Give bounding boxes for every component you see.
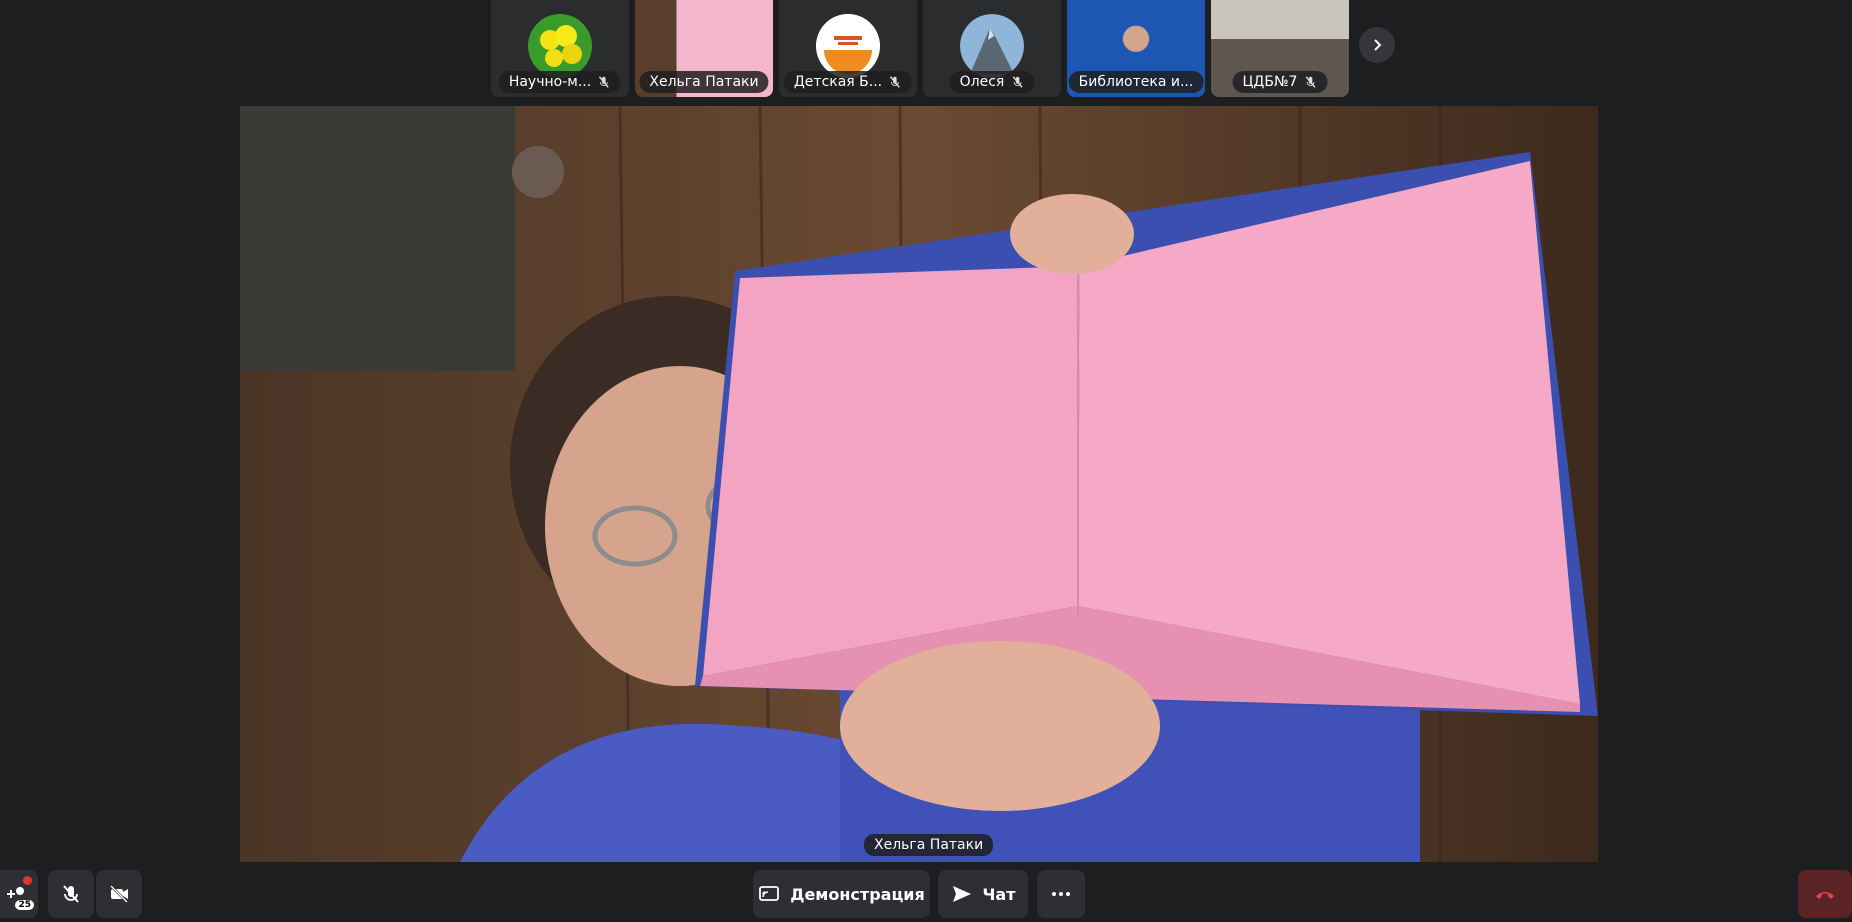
- participant-tile[interactable]: Библиотека и...: [1067, 0, 1205, 97]
- chat-label: Чат: [982, 884, 1016, 904]
- add-participant-button[interactable]: 25: [0, 870, 38, 918]
- participant-tile[interactable]: ЦДБ№7: [1211, 0, 1349, 97]
- more-dots-icon: [1052, 892, 1070, 896]
- end-call-button[interactable]: [1798, 870, 1852, 918]
- speaker-video-frame: [240, 106, 1598, 862]
- mic-off-icon: [63, 885, 79, 903]
- chat-button[interactable]: Чат: [938, 870, 1028, 918]
- participant-strip: Научно-м... Хельга Патаки Детская Б... О…: [491, 0, 1349, 97]
- camera-off-icon: [110, 885, 128, 903]
- microphone-toggle-button[interactable]: [48, 870, 94, 918]
- next-participants-button[interactable]: [1359, 27, 1395, 63]
- mic-off-icon: [599, 76, 610, 88]
- screen-share-icon: [759, 886, 780, 901]
- participant-tile[interactable]: Детская Б...: [779, 0, 917, 97]
- participant-tile[interactable]: Олеся: [923, 0, 1061, 97]
- camera-toggle-button[interactable]: [96, 870, 142, 918]
- speaker-name-label: Хельга Патаки: [864, 834, 994, 856]
- participant-label: Детская Б...: [783, 71, 913, 93]
- participant-count-badge: 25: [15, 900, 34, 910]
- chevron-right-icon: [1374, 39, 1382, 51]
- mountain-avatar: [960, 14, 1024, 78]
- mic-off-icon: [890, 76, 901, 88]
- hang-up-icon: [1816, 892, 1834, 899]
- participant-label: ЦДБ№7: [1232, 71, 1328, 93]
- participant-label: Олеся: [949, 71, 1035, 93]
- participant-tile[interactable]: Научно-м...: [491, 0, 629, 97]
- screen-share-label: Демонстрация: [790, 884, 925, 904]
- screen-share-button[interactable]: Демонстрация: [753, 870, 930, 918]
- main-video: [240, 106, 1598, 862]
- send-icon: [952, 886, 971, 902]
- mic-off-icon: [1012, 76, 1023, 88]
- participant-label: Библиотека и...: [1068, 71, 1204, 93]
- flower-avatar: [528, 14, 592, 78]
- notification-dot: [23, 876, 32, 885]
- participant-label: Научно-м...: [498, 71, 622, 93]
- mic-off-icon: [1305, 76, 1316, 88]
- more-options-button[interactable]: [1037, 870, 1085, 918]
- participant-label: Хельга Патаки: [639, 71, 769, 93]
- library-logo-avatar: [816, 14, 880, 78]
- participant-tile[interactable]: Хельга Патаки: [635, 0, 773, 97]
